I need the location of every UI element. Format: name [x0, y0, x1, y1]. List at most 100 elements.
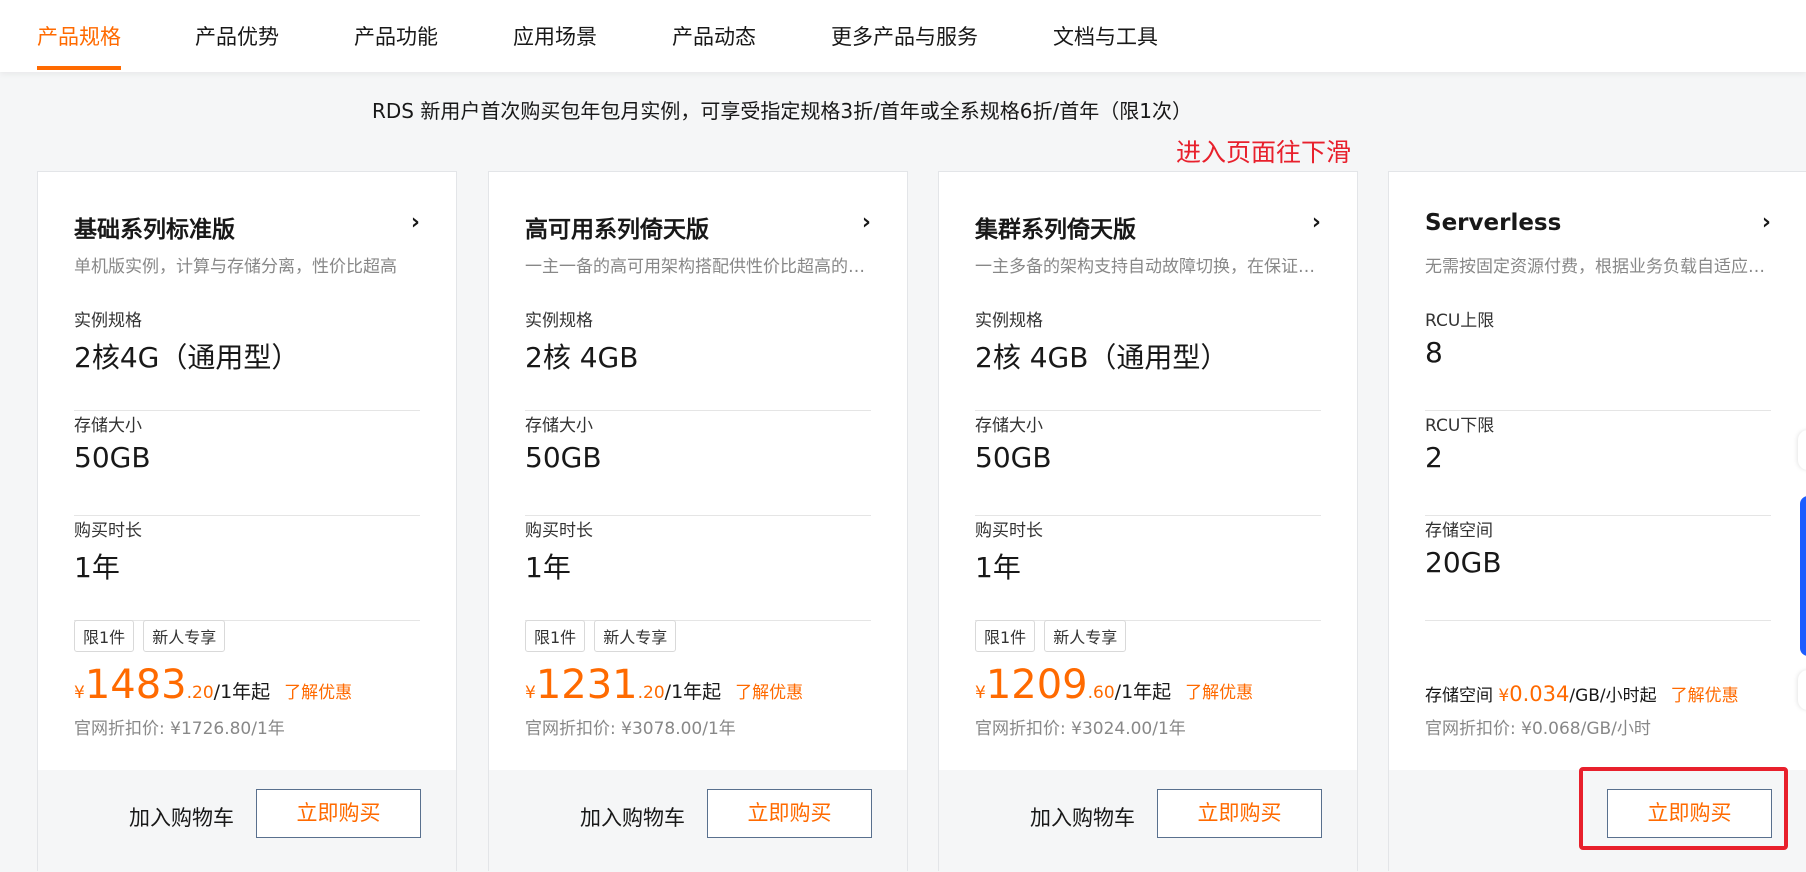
spec-label: 购买时长 [74, 521, 142, 541]
product-card-cluster-yitian: 集群系列倚天版 › 一主多备的架构支持自动故障切换，在保证高可用的同时 实例规格… [938, 171, 1358, 872]
original-price: 官网折扣价: ¥1726.80/1年 [74, 719, 285, 739]
floating-widget-bottom[interactable] [1798, 670, 1806, 710]
price-integer: 1231 [535, 662, 638, 708]
product-card-ha-yitian: 高可用系列倚天版 › 一主一备的高可用架构搭配供性价比超高的倚天实例 实例规格 … [488, 171, 908, 872]
chevron-right-icon[interactable]: › [1312, 210, 1321, 235]
price: ¥1231.20/1年起 了解优惠 [525, 662, 803, 708]
tab-use-cases[interactable]: 应用场景 [513, 21, 597, 51]
spec-label: 实例规格 [525, 311, 593, 331]
card-footer: 加入购物车 立即购买 [489, 770, 907, 872]
buy-now-button[interactable]: 立即购买 [1157, 789, 1322, 838]
price-prefix: 存储空间 [1425, 686, 1493, 706]
currency-symbol: ¥ [525, 683, 536, 703]
spec-duration: 购买时长 1年 [525, 516, 871, 621]
buy-now-button[interactable]: 立即购买 [707, 789, 872, 838]
spec-instance-type: 实例规格 2核 4GB（通用型） [975, 306, 1321, 411]
new-user-badge: 新人专享 [1044, 620, 1127, 652]
top-nav: 产品规格 产品优势 产品功能 应用场景 产品动态 更多产品与服务 文档与工具 [0, 0, 1806, 72]
spec-storage: 存储大小 50GB [74, 411, 420, 516]
card-title: Serverless [1425, 210, 1562, 236]
spec-duration: 购买时长 1年 [74, 516, 420, 621]
card-footer: 加入购物车 立即购买 [38, 770, 456, 872]
spec-label: 购买时长 [975, 521, 1043, 541]
tab-product-features[interactable]: 产品功能 [354, 21, 438, 51]
floating-service-widget[interactable] [1800, 496, 1806, 656]
spec-instance-type: 实例规格 2核 4GB [525, 306, 871, 411]
spec-value: 2核 4GB（通用型） [975, 341, 1229, 374]
new-user-badge: 新人专享 [594, 620, 677, 652]
new-user-badge: 新人专享 [143, 620, 226, 652]
price-integer: 1483 [84, 662, 187, 708]
spec-instance-type: 实例规格 2核4G（通用型） [74, 306, 420, 411]
spec-label: 实例规格 [975, 311, 1043, 331]
buy-now-button[interactable]: 立即购买 [256, 789, 421, 838]
discount-info-link[interactable]: 了解优惠 [735, 683, 803, 703]
active-tab-indicator [37, 66, 121, 70]
spec-storage: 存储大小 50GB [975, 411, 1321, 516]
price-decimal: .20 [186, 683, 214, 703]
spec-value: 50GB [975, 441, 1052, 474]
price-unit: /1年起 [664, 681, 722, 703]
card-description: 单机版实例，计算与存储分离，性价比超高 [74, 257, 397, 277]
chevron-right-icon[interactable]: › [862, 210, 871, 235]
spec-value: 2 [1425, 441, 1443, 474]
spec-duration: 购买时长 1年 [975, 516, 1321, 621]
currency-symbol: ¥ [975, 683, 986, 703]
discount-info-link[interactable]: 了解优惠 [1185, 683, 1253, 703]
spec-value: 1年 [975, 551, 1021, 584]
price-integer: 1209 [985, 662, 1088, 708]
add-to-cart-button[interactable]: 加入购物车 [129, 802, 234, 832]
spec-value: 8 [1425, 336, 1443, 369]
price: 存储空间 ¥0.034/GB/小时起 了解优惠 [1425, 681, 1739, 706]
original-price: 官网折扣价: ¥3078.00/1年 [525, 719, 736, 739]
card-title: 高可用系列倚天版 [525, 217, 709, 243]
chevron-right-icon[interactable]: › [411, 210, 420, 235]
product-card-serverless: Serverless › 无需按固定资源付费，根据业务负载自适应调整资源 RCU… [1388, 171, 1806, 872]
price-number: 0.034 [1509, 682, 1570, 706]
currency-symbol: ¥ [1498, 686, 1510, 706]
spec-storage-space: 存储空间 20GB [1425, 516, 1771, 621]
discount-info-link[interactable]: 了解优惠 [284, 683, 352, 703]
price: ¥1209.60/1年起 了解优惠 [975, 662, 1253, 708]
annotation-highlight-box [1579, 767, 1788, 850]
add-to-cart-button[interactable]: 加入购物车 [580, 802, 685, 832]
product-card-basic-standard: 基础系列标准版 › 单机版实例，计算与存储分离，性价比超高 实例规格 2核4G（… [37, 171, 457, 872]
badge-group: 限1件 新人专享 [74, 620, 226, 652]
tab-product-specs[interactable]: 产品规格 [37, 21, 121, 51]
discount-info-link[interactable]: 了解优惠 [1671, 686, 1739, 706]
spec-value: 2核 4GB [525, 341, 639, 374]
card-title: 集群系列倚天版 [975, 217, 1136, 243]
chevron-right-icon[interactable]: › [1762, 210, 1771, 235]
currency-symbol: ¥ [74, 683, 85, 703]
limit-badge: 限1件 [525, 620, 586, 652]
original-price: 官网折扣价: ¥3024.00/1年 [975, 719, 1186, 739]
tab-product-advantages[interactable]: 产品优势 [195, 21, 279, 51]
card-description: 无需按固定资源付费，根据业务负载自适应调整资源 [1425, 257, 1771, 277]
annotation-scroll-hint: 进入页面往下滑 [1176, 138, 1352, 167]
spec-label: 实例规格 [74, 311, 142, 331]
tab-more-products-services[interactable]: 更多产品与服务 [831, 21, 978, 51]
price-unit: /GB/小时起 [1569, 686, 1657, 706]
tab-docs-tools[interactable]: 文档与工具 [1053, 21, 1158, 51]
price-unit: /1年起 [213, 681, 271, 703]
spec-label: RCU下限 [1425, 416, 1495, 436]
tab-product-news[interactable]: 产品动态 [672, 21, 756, 51]
price-decimal: .20 [637, 683, 665, 703]
spec-value: 1年 [525, 551, 571, 584]
floating-widget-top[interactable] [1798, 430, 1806, 470]
limit-badge: 限1件 [975, 620, 1036, 652]
spec-label: 购买时长 [525, 521, 593, 541]
spec-label: RCU上限 [1425, 311, 1495, 331]
card-title: 基础系列标准版 [74, 217, 235, 243]
spec-label: 存储大小 [74, 416, 142, 436]
spec-value: 50GB [74, 441, 151, 474]
spec-label: 存储空间 [1425, 521, 1493, 541]
limit-badge: 限1件 [74, 620, 135, 652]
price: ¥1483.20/1年起 了解优惠 [74, 662, 352, 708]
add-to-cart-button[interactable]: 加入购物车 [1030, 802, 1135, 832]
badge-group: 限1件 新人专享 [525, 620, 677, 652]
spec-value: 20GB [1425, 546, 1502, 579]
spec-rcu-min: RCU下限 2 [1425, 411, 1771, 516]
spec-value: 50GB [525, 441, 602, 474]
price-unit: /1年起 [1114, 681, 1172, 703]
